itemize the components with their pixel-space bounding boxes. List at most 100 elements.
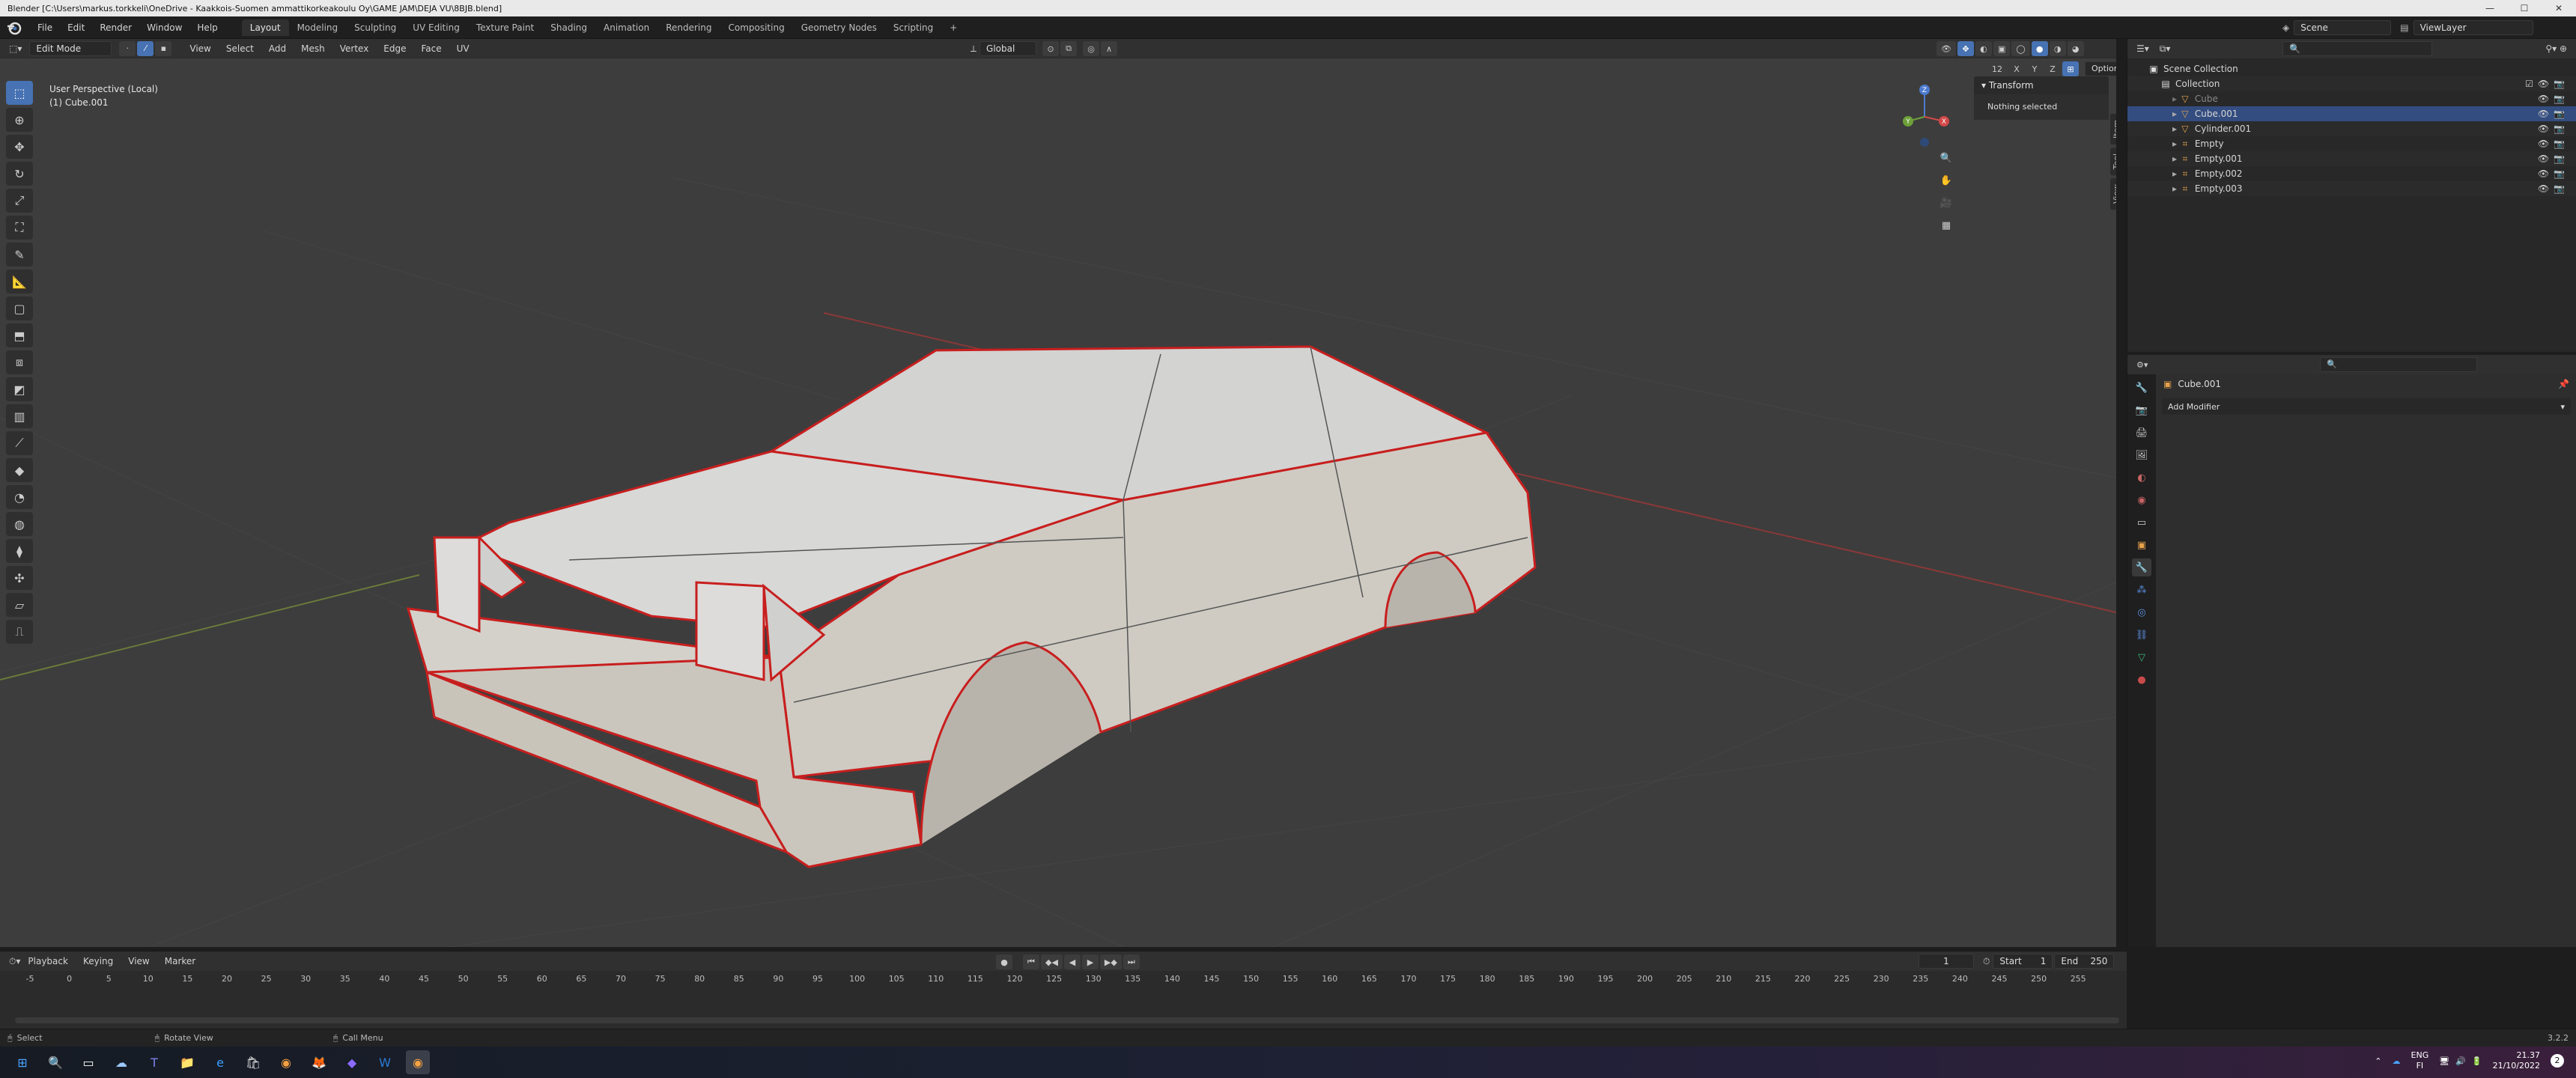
maximize-button[interactable]: ☐ [2507,0,2542,16]
object-tab-icon[interactable]: ▣ [2132,536,2151,554]
play-reverse-icon[interactable]: ◀ [1063,954,1081,969]
scene-tab-icon[interactable]: ◐ [2132,469,2151,487]
move-icon[interactable]: ✥ [6,135,33,159]
minimize-button[interactable]: — [2473,0,2507,16]
expand-arrow-icon[interactable]: ▸ [2172,124,2180,134]
expand-arrow-icon[interactable]: ▸ [2172,153,2180,164]
transform-orientation-selector[interactable]: Global [979,41,1037,56]
shrink-fatten-icon[interactable]: ✣ [6,566,33,590]
firefox-icon[interactable]: 🦊 [307,1050,331,1074]
outliner-editor-icon[interactable]: ☰▾ [2136,43,2149,54]
blender-logo-icon[interactable] [6,19,22,36]
cursor-icon[interactable]: ⊕ [6,108,33,132]
notification-badge[interactable]: 2 [2551,1054,2564,1068]
record-icon[interactable]: ● [996,954,1012,969]
timeline-editor-icon[interactable]: ⏱▾ [9,956,20,967]
properties-search-input[interactable]: 🔍 [2320,357,2478,372]
editor-type-icon[interactable]: ⬚▾ [9,43,22,54]
jump-end-icon[interactable]: ⏭ [1123,954,1140,969]
tab-animation[interactable]: Animation [595,19,657,36]
extrude-icon[interactable]: ⬒ [6,323,33,347]
menu-file[interactable]: File [30,16,60,39]
car-mesh[interactable] [406,345,1537,868]
add-cube-icon[interactable]: ▢ [6,296,33,320]
3d-viewport[interactable]: ⬚▾ Edit Mode · ⁄ ▪ View Select Add Mesh … [0,39,2116,947]
shading-solid-icon[interactable]: ● [2031,41,2048,56]
vp-menu-vertex[interactable]: Vertex [332,39,377,60]
zoom-icon[interactable]: 🔍 [1936,148,1956,168]
close-button[interactable]: ✕ [2542,0,2576,16]
navigation-gizmo[interactable]: Z X Y [1895,82,1954,150]
volume-icon[interactable]: 🔊 [2455,1056,2466,1066]
transform-icon[interactable]: ⛶ [6,216,33,240]
world-tab-icon[interactable]: ◉ [2132,491,2151,509]
gizmo-toggle-icon[interactable]: ✥ [1957,41,1974,56]
vp-menu-face[interactable]: Face [414,39,449,60]
blender-active-icon[interactable]: ◉ [406,1050,430,1074]
material-tab-icon[interactable]: ● [2132,671,2151,689]
tab-layout[interactable]: Layout [241,19,289,36]
expand-arrow-icon[interactable]: ▸ [2172,94,2180,104]
mode-selector[interactable]: Edit Mode [29,40,112,56]
row-visibility-icons[interactable]: 👁📷 [2538,151,2569,166]
language-indicator[interactable]: ENG FI [2411,1050,2429,1071]
row-visibility-icons[interactable]: 👁📷 [2538,181,2569,196]
pin-icon[interactable]: 📌 [2558,379,2569,389]
add-modifier-dropdown[interactable]: Add Modifier ▾ [2162,398,2571,415]
blender-taskbar-icon[interactable]: ◉ [274,1050,298,1074]
rip-region-icon[interactable]: ⎍ [6,620,33,644]
jump-start-icon[interactable]: ⏮ [1023,954,1039,969]
annotate-icon[interactable]: ✎ [6,243,33,267]
shading-material-icon[interactable]: ◑ [2049,41,2066,56]
shading-wireframe-icon[interactable]: ◯ [2011,41,2030,56]
outliner-row-empty[interactable]: ▸ ⌗ Empty 👁📷 [2127,136,2576,151]
tab-modeling[interactable]: Modeling [289,19,347,36]
tab-sculpting[interactable]: Sculpting [346,19,404,36]
next-keyframe-icon[interactable]: ▶◆ [1099,954,1122,969]
teams-icon[interactable]: T [142,1050,166,1074]
vp-menu-edge[interactable]: Edge [376,39,413,60]
obsidian-icon[interactable]: ◆ [340,1050,364,1074]
expand-arrow-icon[interactable]: ▸ [2172,183,2180,194]
snap-icon[interactable]: ⧉ [1060,41,1078,56]
view-layer-tab-icon[interactable]: 🖼 [2132,446,2151,464]
edge-select-icon[interactable]: ⁄ [137,40,154,56]
pivot-point-icon[interactable]: ⊙ [1042,41,1060,56]
loop-cut-icon[interactable]: ▥ [6,404,33,428]
row-visibility-icons[interactable]: 👁📷 [2538,136,2569,151]
tab-shading[interactable]: Shading [542,19,595,36]
shear-icon[interactable]: ▱ [6,593,33,617]
falloff-icon[interactable]: ∧ [1101,41,1118,56]
pan-hand-icon[interactable]: ✋ [1936,171,1956,190]
menu-help[interactable]: Help [189,16,225,39]
vp-menu-view[interactable]: View [182,39,218,60]
task-view-icon[interactable]: ▭ [76,1050,100,1074]
expand-arrow-icon[interactable]: ▸ [2172,138,2180,149]
search-icon[interactable]: 🔍 [43,1050,67,1074]
knife-icon[interactable]: ⟋ [6,431,33,455]
vertex-select-icon[interactable]: · [119,40,136,56]
collection-tab-icon[interactable]: ▭ [2132,514,2151,532]
tl-menu-playback[interactable]: Playback [20,950,76,972]
battery-icon[interactable]: 🔋 [2472,1056,2482,1066]
preview-range-icon[interactable]: ⏱ [1983,956,1990,967]
edge-browser-icon[interactable]: e [208,1050,232,1074]
sidebar-tab-tool[interactable]: Tool [2110,147,2116,176]
file-explorer-icon[interactable]: 📁 [175,1050,199,1074]
proportional-edit-icon[interactable]: ◎ [1083,41,1100,56]
modifier-tab-icon[interactable]: 🔧 [2132,558,2151,576]
physics-tab-icon[interactable]: ◎ [2132,603,2151,621]
bevel-icon[interactable]: ◩ [6,377,33,401]
data-tab-icon[interactable]: ▽ [2132,648,2151,666]
ortho-grid-icon[interactable]: ▦ [1936,216,1956,235]
menu-edit[interactable]: Edit [60,16,92,39]
tl-menu-view[interactable]: View [121,950,157,972]
onedrive-icon[interactable]: ☁ [2393,1056,2401,1066]
vp-menu-uv[interactable]: UV [449,39,477,60]
row-visibility-icons[interactable]: 👁📷 [2538,166,2569,181]
xray-icon[interactable]: ▣ [1993,41,2011,56]
prev-keyframe-icon[interactable]: ◆◀ [1041,954,1063,969]
outliner-row-cylinder-001[interactable]: ▸ ▽ Cylinder.001 👁📷 [2127,121,2576,136]
tl-menu-marker[interactable]: Marker [157,950,203,972]
play-icon[interactable]: ▶ [1081,954,1099,969]
